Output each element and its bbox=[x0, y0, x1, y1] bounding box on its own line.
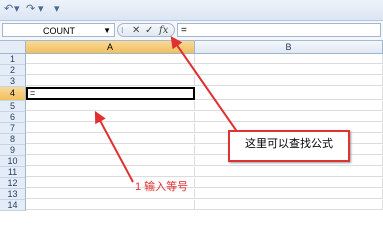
callout-box: 这里可以查找公式 bbox=[228, 130, 350, 162]
step-label: 1 输入等号 bbox=[135, 181, 189, 193]
annotation-arrows bbox=[94, 36, 239, 183]
arrow-to-fx bbox=[170, 36, 239, 134]
arrow-to-cell bbox=[94, 110, 134, 183]
